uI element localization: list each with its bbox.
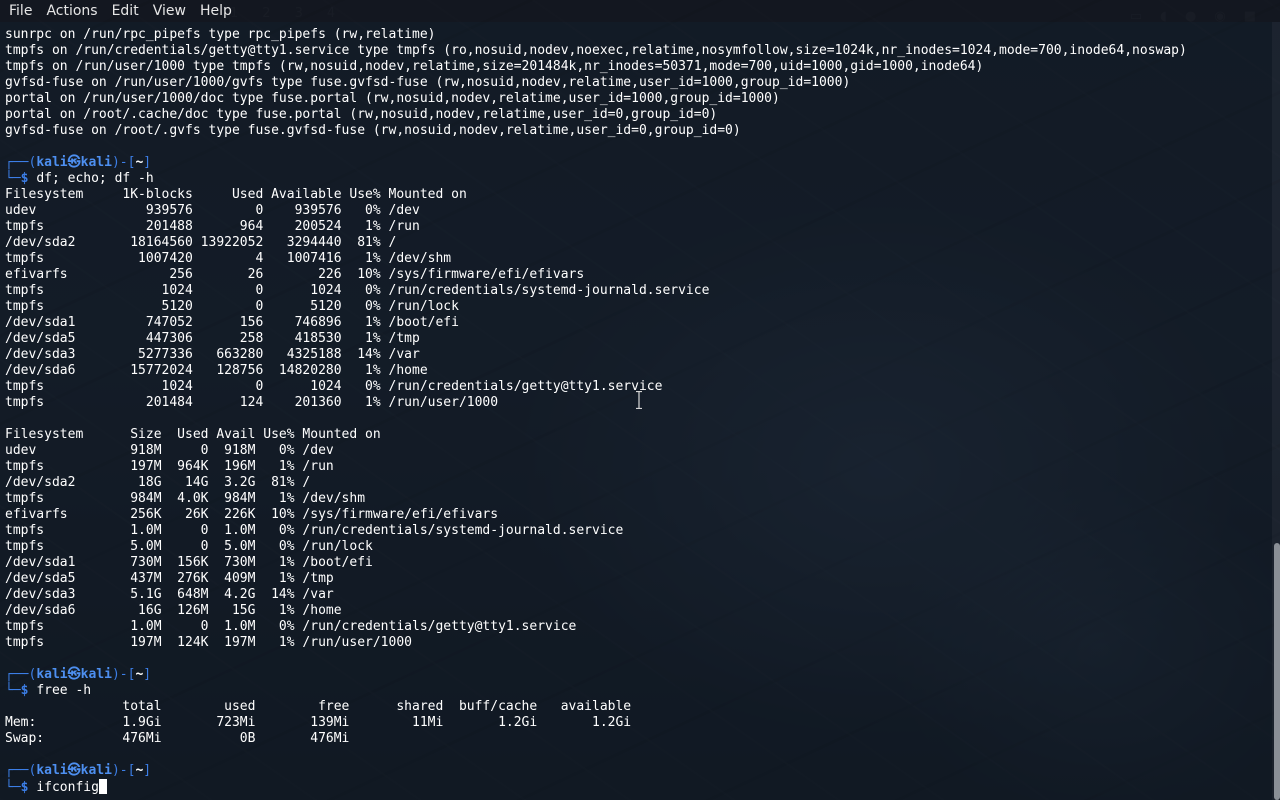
df-row: tmpfs 201488 964 200524 1% /run <box>5 219 420 234</box>
terminal-line: gvfsd-fuse on /run/user/1000/gvfs type f… <box>5 75 851 90</box>
dfh-row: tmpfs 5.0M 0 5.0M 0% /run/lock <box>5 539 373 554</box>
dfh-header: Filesystem Size Used Avail Use% Mounted … <box>5 427 381 442</box>
dfh-row: /dev/sda2 18G 14G 3.2G 81% / <box>5 475 311 490</box>
command-line: └─$ free -h <box>5 683 92 698</box>
terminal-output: sunrpc on /run/rpc_pipefs type rpc_pipef… <box>5 27 1187 795</box>
df-row: udev 939576 0 939576 0% /dev <box>5 203 420 218</box>
command-text: free -h <box>36 683 92 698</box>
terminal-line: tmpfs on /run/credentials/getty@tty1.ser… <box>5 43 1187 58</box>
df-row: /dev/sda6 15772024 128756 14820280 1% /h… <box>5 363 428 378</box>
free-row: Mem: 1.9Gi 723Mi 139Mi 11Mi 1.2Gi 1.2Gi <box>5 715 632 730</box>
prompt-user: kali <box>36 667 68 682</box>
command-line-current[interactable]: └─$ ifconfig <box>5 779 1187 795</box>
text-cursor <box>98 779 107 794</box>
dfh-row: /dev/sda5 437M 276K 409M 1% /tmp <box>5 571 334 586</box>
terminal-line: gvfsd-fuse on /root/.gvfs type fuse.gvfs… <box>5 123 741 138</box>
dfh-row: udev 918M 0 918M 0% /dev <box>5 443 334 458</box>
dfh-row: tmpfs 1.0M 0 1.0M 0% /run/credentials/sy… <box>5 523 624 538</box>
df-row: /dev/sda3 5277336 663280 4325188 14% /va… <box>5 347 420 362</box>
df-row: tmpfs 5120 0 5120 0% /run/lock <box>5 299 459 314</box>
prompt-line: ┌──(kali㉿kali)-[~] <box>5 155 152 170</box>
df-row: tmpfs 1024 0 1024 0% /run/credentials/sy… <box>5 283 710 298</box>
free-header: total used free shared buff/cache availa… <box>5 699 632 714</box>
prompt-at-symbol: ㉿ <box>67 763 81 778</box>
dfh-row: /dev/sda1 730M 156K 730M 1% /boot/efi <box>5 555 373 570</box>
prompt-user: kali <box>36 155 68 170</box>
menu-file[interactable]: File <box>0 0 39 22</box>
terminal-line: tmpfs on /run/user/1000 type tmpfs (rw,n… <box>5 59 984 74</box>
prompt-host: kali <box>80 667 112 682</box>
menu-actions[interactable]: Actions <box>39 0 104 22</box>
prompt-line: ┌──(kali㉿kali)-[~] <box>5 763 152 778</box>
df-row: efivarfs 256 26 226 10% /sys/firmware/ef… <box>5 267 585 282</box>
dfh-row: efivarfs 256K 26K 226K 10% /sys/firmware… <box>5 507 499 522</box>
scrollbar-thumb[interactable] <box>1274 543 1280 800</box>
terminal-line: portal on /run/user/1000/doc type fuse.p… <box>5 91 780 106</box>
dfh-row: /dev/sda6 16G 126M 15G 1% /home <box>5 603 342 618</box>
prompt-at-symbol: ㉿ <box>67 667 81 682</box>
dfh-row: tmpfs 1.0M 0 1.0M 0% /run/credentials/ge… <box>5 619 577 634</box>
current-command-input[interactable]: ifconfig <box>36 780 99 795</box>
command-text: df; echo; df -h <box>36 171 154 186</box>
df-row: tmpfs 201484 124 201360 1% /run/user/100… <box>5 395 499 410</box>
df-row: tmpfs 1007420 4 1007416 1% /dev/shm <box>5 251 452 266</box>
df-row: /dev/sda5 447306 258 418530 1% /tmp <box>5 331 420 346</box>
prompt-host: kali <box>80 763 112 778</box>
menu-view[interactable]: View <box>146 0 193 22</box>
terminal-line: portal on /root/.cache/doc type fuse.por… <box>5 107 718 122</box>
ibeam-cursor-icon <box>636 391 642 409</box>
menu-edit[interactable]: Edit <box>105 0 146 22</box>
prompt-user: kali <box>36 763 68 778</box>
prompt-host: kali <box>80 155 112 170</box>
terminal-line: sunrpc on /run/rpc_pipefs type rpc_pipef… <box>5 27 436 42</box>
terminal-menubar: File Actions Edit View Help <box>0 0 1280 22</box>
df-row: /dev/sda1 747052 156 746896 1% /boot/efi <box>5 315 459 330</box>
command-line: └─$ df; echo; df -h <box>5 171 154 186</box>
free-row: Swap: 476Mi 0B 476Mi <box>5 731 350 746</box>
menu-help[interactable]: Help <box>193 0 239 22</box>
terminal-window[interactable]: sunrpc on /run/rpc_pipefs type rpc_pipef… <box>0 22 1272 800</box>
df-row: /dev/sda2 18164560 13922052 3294440 81% … <box>5 235 397 250</box>
dfh-row: tmpfs 197M 124K 197M 1% /run/user/1000 <box>5 635 412 650</box>
prompt-at-symbol: ㉿ <box>67 155 81 170</box>
df-header: Filesystem 1K-blocks Used Available Use%… <box>5 187 467 202</box>
dfh-row: tmpfs 984M 4.0K 984M 1% /dev/shm <box>5 491 366 506</box>
prompt-line: ┌──(kali㉿kali)-[~] <box>5 667 152 682</box>
df-row: tmpfs 1024 0 1024 0% /run/credentials/ge… <box>5 379 663 394</box>
dfh-row: tmpfs 197M 964K 196M 1% /run <box>5 459 334 474</box>
dfh-row: /dev/sda3 5.1G 648M 4.2G 14% /var <box>5 587 334 602</box>
